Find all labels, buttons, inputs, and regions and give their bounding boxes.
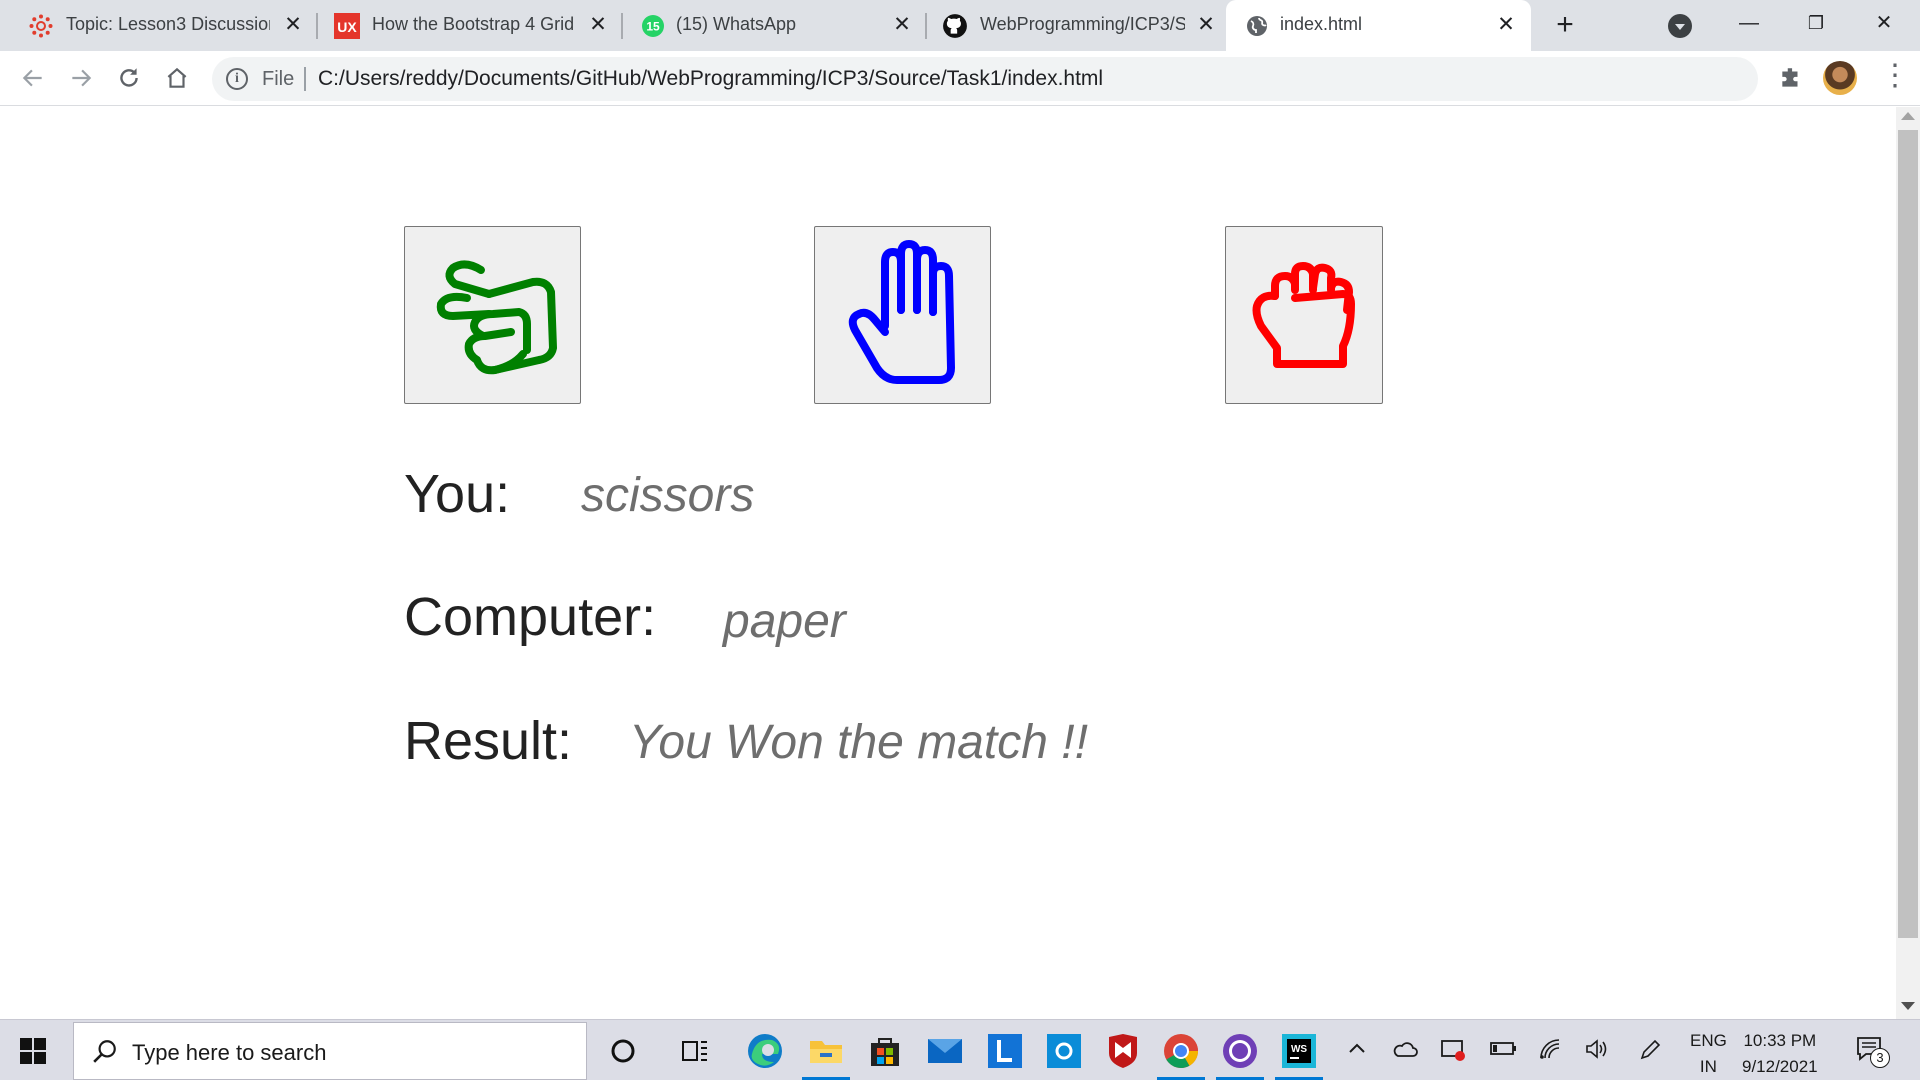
tab-close-icon[interactable]: ✕	[586, 13, 610, 37]
battery-icon[interactable]	[1489, 1038, 1517, 1064]
clock-date: 9/12/2021	[1742, 1057, 1818, 1076]
tab-title: index.html	[1280, 14, 1363, 34]
tab-strip: Topic: Lesson3 Discussion ✕ UX How the B…	[0, 0, 1920, 51]
tab-bootstrap[interactable]: UX How the Bootstrap 4 Grid ✕	[306, 0, 611, 51]
screen-record-icon[interactable]	[1440, 1038, 1466, 1068]
onedrive-icon[interactable]	[1392, 1038, 1418, 1066]
github-desktop-icon[interactable]	[1220, 1031, 1260, 1071]
file-explorer-icon[interactable]	[806, 1031, 846, 1071]
notification-count: 3	[1870, 1048, 1890, 1068]
store-icon[interactable]	[865, 1031, 905, 1071]
arrow-right-icon	[72, 69, 92, 87]
tab-github[interactable]: WebProgramming/ICP3/S ✕	[914, 0, 1219, 51]
whatsapp-icon: 15	[640, 13, 666, 39]
tab-canvas[interactable]: Topic: Lesson3 Discussion ✕	[0, 0, 310, 51]
svg-text:UX: UX	[337, 19, 357, 35]
language-region: IN	[1699, 1057, 1717, 1076]
tab-whatsapp[interactable]: 15 (15) WhatsApp ✕	[610, 0, 915, 51]
canvas-icon	[28, 13, 54, 39]
windows-start-icon[interactable]	[20, 1038, 46, 1064]
scrollbar-thumb[interactable]	[1898, 130, 1918, 938]
menu-kebab-icon[interactable]: ⋮	[1880, 61, 1910, 95]
chrome-icon[interactable]	[1161, 1031, 1201, 1071]
system-clock[interactable]: 10:33 PM 9/12/2021	[1742, 1028, 1818, 1080]
computer-label: Computer:	[404, 587, 657, 647]
tab-title: (15) WhatsApp	[676, 14, 797, 34]
clock-time: 10:33 PM	[1743, 1031, 1817, 1050]
svg-text:15: 15	[646, 20, 660, 34]
edge-icon[interactable]	[745, 1031, 785, 1071]
rock-button[interactable]	[1225, 226, 1383, 404]
paper-button[interactable]	[814, 226, 991, 404]
you-choice-value: scissors	[581, 469, 755, 522]
tab-title: Topic: Lesson3 Discussion	[66, 14, 270, 34]
tray-overflow-icon[interactable]	[1346, 1038, 1368, 1066]
cortana-icon[interactable]	[603, 1031, 643, 1071]
globe-icon	[1244, 13, 1270, 39]
tab-close-icon[interactable]: ✕	[281, 13, 305, 37]
rock-fist-icon	[1252, 262, 1355, 368]
task-view-icon[interactable]	[675, 1031, 715, 1071]
tab-index-html[interactable]: index.html ✕	[1226, 0, 1531, 51]
photo-app-icon[interactable]	[1044, 1031, 1084, 1071]
scroll-up-arrow-icon[interactable]	[1901, 112, 1915, 120]
scissors-button[interactable]	[404, 226, 581, 404]
home-icon	[167, 67, 187, 88]
restore-button[interactable]: ❐	[1796, 6, 1836, 40]
wifi-icon[interactable]	[1538, 1038, 1564, 1066]
browser-toolbar: i File C:/Users/reddy/Documents/GitHub/W…	[0, 51, 1920, 106]
mcafee-icon[interactable]	[1103, 1031, 1143, 1071]
home-button[interactable]	[158, 59, 196, 97]
search-icon	[93, 1040, 116, 1063]
pen-icon[interactable]	[1638, 1038, 1662, 1068]
ux-icon: UX	[334, 13, 360, 39]
info-icon[interactable]: i	[226, 68, 248, 90]
reload-button[interactable]	[110, 59, 148, 97]
computer-choice-value: paper	[723, 595, 846, 648]
tab-close-icon[interactable]: ✕	[1194, 13, 1218, 37]
tab-close-icon[interactable]: ✕	[1494, 13, 1518, 37]
svg-text:WS: WS	[1291, 1044, 1307, 1055]
l-app-icon[interactable]	[985, 1031, 1025, 1071]
volume-icon[interactable]	[1584, 1038, 1610, 1066]
language-indicator[interactable]: ENG IN	[1690, 1028, 1727, 1080]
forward-button[interactable]	[62, 59, 100, 97]
profile-avatar[interactable]	[1823, 61, 1857, 95]
url-text[interactable]: C:/Users/reddy/Documents/GitHub/WebProgr…	[318, 67, 1103, 91]
you-label: You:	[404, 464, 511, 524]
scheme-label: File	[262, 68, 295, 90]
result-label: Result:	[404, 711, 573, 771]
tab-search-icon[interactable]	[1668, 14, 1692, 38]
github-icon	[942, 13, 968, 39]
tab-title: How the Bootstrap 4 Grid	[372, 14, 575, 34]
back-button[interactable]	[14, 59, 52, 97]
windows-taskbar: Type here to search WS ENG IN 10:33 PM 9…	[0, 1019, 1920, 1080]
scissors-hand-icon	[436, 260, 557, 375]
paper-hand-icon	[848, 240, 955, 384]
new-tab-button[interactable]: +	[1548, 9, 1582, 43]
tab-close-icon[interactable]: ✕	[890, 13, 914, 37]
taskbar-search-box[interactable]: Type here to search	[73, 1022, 587, 1080]
mail-icon[interactable]	[925, 1031, 965, 1071]
close-window-button[interactable]: ✕	[1864, 6, 1904, 40]
address-separator	[304, 67, 306, 91]
address-bar[interactable]: i File C:/Users/reddy/Documents/GitHub/W…	[212, 57, 1758, 101]
result-value: You Won the match !!	[629, 716, 1088, 769]
arrow-left-icon	[22, 69, 42, 87]
page-content: You: scissors Computer: paper Result: Yo…	[0, 107, 1896, 1019]
webstorm-icon[interactable]: WS	[1279, 1031, 1319, 1071]
search-placeholder: Type here to search	[132, 1040, 327, 1065]
minimize-button[interactable]: —	[1729, 6, 1769, 40]
language-code: ENG	[1690, 1031, 1727, 1050]
extensions-puzzle-icon[interactable]	[1778, 65, 1804, 91]
reload-icon	[120, 68, 138, 87]
scroll-down-arrow-icon[interactable]	[1901, 1002, 1915, 1010]
notification-center-icon[interactable]: 3	[1856, 1036, 1890, 1068]
tab-title: WebProgramming/ICP3/S	[980, 14, 1185, 34]
